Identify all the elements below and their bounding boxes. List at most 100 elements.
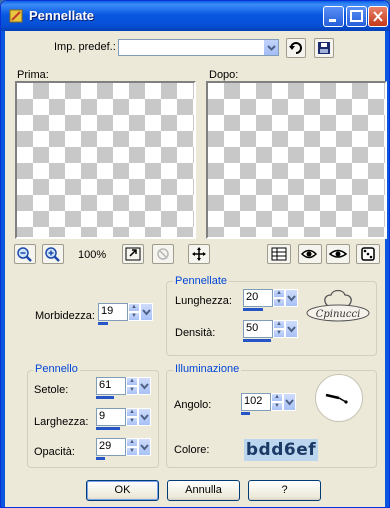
title-bar[interactable]: Pennellate: [1, 1, 389, 31]
chevron-down-icon: [142, 309, 151, 316]
eye-lock-icon: [300, 249, 318, 259]
opacity-level-bar: [96, 457, 105, 460]
chevron-down-icon: [287, 295, 296, 302]
softness-dropdown[interactable]: [140, 303, 153, 321]
width-spinner[interactable]: 9 ▲ ▼: [96, 408, 151, 430]
close-button[interactable]: [368, 6, 388, 27]
maximize-button[interactable]: [346, 6, 367, 27]
lighting-group-label: Illuminazione: [173, 363, 242, 375]
chevron-down-icon: [140, 414, 149, 421]
width-input[interactable]: 9: [96, 408, 126, 426]
length-dropdown[interactable]: [285, 289, 298, 307]
density-spinner[interactable]: 50 ▲ ▼: [243, 320, 298, 342]
light-color-swatch[interactable]: bdd6ef: [244, 439, 318, 461]
bristles-level-bar: [96, 396, 114, 399]
save-preset-button[interactable]: [314, 38, 334, 58]
density-level-bar: [243, 339, 271, 342]
watermark-logo: Cpinucci: [306, 289, 370, 322]
reset-button[interactable]: [286, 38, 306, 58]
fit-window-icon: [125, 247, 141, 261]
length-spinner[interactable]: 20 ▲ ▼: [243, 289, 298, 311]
softness-label: Morbidezza:: [35, 310, 95, 322]
after-label: Dopo:: [209, 69, 239, 81]
window-frame-left: [1, 31, 5, 507]
chevron-down-icon: [140, 383, 149, 390]
eye-icon: [328, 249, 348, 258]
chevron-down-icon: [285, 399, 294, 406]
width-level-bar: [96, 427, 120, 430]
angle-level-bar: [241, 412, 250, 415]
density-input[interactable]: 50: [243, 320, 273, 338]
bristles-dropdown[interactable]: [138, 377, 151, 395]
opacity-dropdown[interactable]: [138, 438, 151, 456]
bristles-updown[interactable]: ▲ ▼: [126, 377, 138, 395]
chevron-down-icon[interactable]: [263, 40, 278, 55]
length-updown[interactable]: ▲ ▼: [273, 289, 285, 307]
zoom-in-button[interactable]: [42, 244, 64, 264]
app-icon: [9, 9, 23, 23]
layout-icon: [271, 247, 287, 261]
before-label: Prima:: [17, 69, 49, 81]
softness-level-bar: [98, 322, 108, 325]
width-dropdown[interactable]: [138, 408, 151, 426]
save-preset-icon: [318, 42, 330, 54]
bristles-input[interactable]: 61: [96, 377, 126, 395]
angle-label: Angolo:: [174, 399, 212, 411]
softness-input[interactable]: 19: [98, 303, 128, 321]
before-preview[interactable]: [15, 81, 196, 239]
length-input[interactable]: 20: [243, 289, 273, 307]
maximize-icon: [350, 10, 363, 22]
preview-tool-button[interactable]: [298, 244, 322, 264]
angle-dropdown[interactable]: [283, 393, 296, 411]
randomize-icon: [361, 247, 375, 261]
angle-needle-icon: [325, 393, 348, 404]
layout-button[interactable]: [267, 244, 291, 264]
angle-dial[interactable]: [315, 374, 363, 422]
pan-button[interactable]: [188, 244, 210, 264]
watermark-text: Cpinucci: [316, 309, 361, 320]
chevron-down-icon: [287, 326, 296, 333]
zoom-out-button[interactable]: [14, 244, 36, 264]
cancel-button[interactable]: Annulla: [167, 480, 240, 501]
opacity-updown[interactable]: ▲ ▼: [126, 438, 138, 456]
bristles-spinner[interactable]: 61 ▲ ▼: [96, 377, 151, 399]
angle-updown[interactable]: ▲ ▼: [271, 393, 283, 411]
ok-button[interactable]: OK: [86, 480, 159, 501]
window-title: Pennellate: [29, 8, 95, 23]
opacity-input[interactable]: 29: [96, 438, 126, 456]
minimize-icon: [329, 19, 336, 22]
toggle-preview-button[interactable]: [326, 244, 350, 264]
proof-button: [152, 244, 174, 264]
width-label: Larghezza:: [34, 416, 89, 428]
preset-dropdown[interactable]: [118, 39, 279, 56]
reset-icon: [289, 42, 302, 54]
length-level-bar: [243, 308, 263, 311]
opacity-spinner[interactable]: 29 ▲ ▼: [96, 438, 151, 460]
after-preview: [206, 81, 387, 239]
help-button[interactable]: ?: [248, 480, 321, 501]
opacity-label: Opacità:: [34, 446, 75, 458]
chevron-down-icon: [140, 444, 149, 451]
preset-label: Imp. predef.:: [54, 41, 116, 53]
randomize-button[interactable]: [356, 244, 380, 264]
density-dropdown[interactable]: [285, 320, 298, 338]
softness-updown[interactable]: ▲ ▼: [128, 303, 140, 321]
angle-spinner[interactable]: 102 ▲ ▼: [241, 393, 296, 415]
density-label: Densità:: [175, 327, 216, 339]
fit-window-button[interactable]: [122, 244, 144, 264]
softness-spinner[interactable]: 19 ▲ ▼: [98, 303, 153, 325]
pan-icon: [192, 247, 206, 261]
length-label: Lunghezza:: [175, 295, 232, 307]
minimize-button[interactable]: [323, 6, 344, 27]
dialog-window: Pennellate Imp. predef.: Prima: Dopo: 10…: [0, 0, 390, 508]
angle-input[interactable]: 102: [241, 393, 271, 411]
density-updown[interactable]: ▲ ▼: [273, 320, 285, 338]
close-icon: [373, 11, 383, 22]
color-label: Colore:: [174, 444, 210, 456]
zoom-level: 100%: [78, 249, 107, 261]
width-updown[interactable]: ▲ ▼: [126, 408, 138, 426]
zoom-out-icon: [17, 247, 32, 262]
bristles-label: Setole:: [34, 384, 69, 396]
zoom-in-icon: [45, 247, 60, 262]
brush-group-label: Pennello: [33, 363, 80, 375]
